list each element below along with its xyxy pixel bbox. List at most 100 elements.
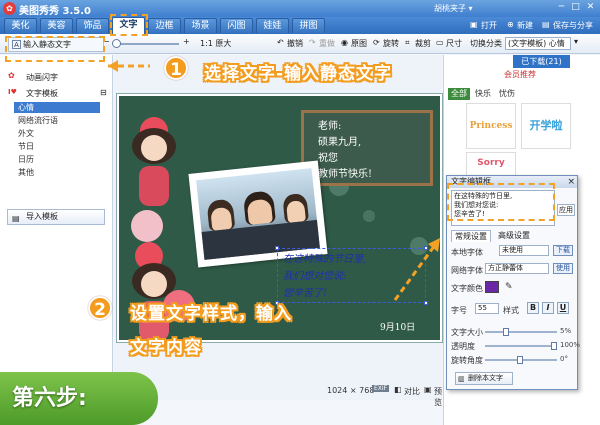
downloaded-button[interactable]: 已下载(21)	[513, 55, 570, 68]
web-font-select[interactable]: 方正静蕾体	[485, 263, 549, 274]
zoom-slider[interactable]	[117, 43, 179, 45]
redo-icon: ↷	[309, 38, 316, 47]
text-size-slider-handle[interactable]	[503, 328, 509, 336]
resize-handle[interactable]	[275, 246, 279, 250]
save-share-button[interactable]: 保存与分享	[553, 20, 593, 31]
crop-icon: ⌗	[405, 38, 410, 47]
tab-accessories[interactable]: 饰品	[76, 18, 109, 33]
save-icon: ▤	[542, 20, 550, 29]
step-1-instruction: 选择文字-输入静态文字	[204, 64, 393, 84]
import-icon: ▤	[12, 214, 20, 223]
minimize-button[interactable]: ─	[556, 2, 567, 13]
text-size-slider[interactable]	[485, 331, 557, 333]
editor-close-button[interactable]: ×	[567, 176, 575, 188]
text-size-label: 文字大小	[451, 328, 483, 337]
rotate-icon: ⟳	[373, 38, 380, 47]
bold-button[interactable]: B	[527, 302, 539, 314]
chevron-down-icon[interactable]: ▾	[574, 37, 578, 46]
tree-item-mood[interactable]: 心情	[14, 102, 100, 113]
step-2-instruction-line-2: 文字内容	[130, 338, 202, 358]
local-font-select[interactable]: 未使用	[499, 245, 549, 256]
rotate-button[interactable]: 旋转	[383, 38, 399, 49]
tree-item-other[interactable]: 其他	[18, 167, 34, 178]
selected-text-line-2: 我们想对您说:	[283, 271, 347, 282]
category-label: 切换分类	[470, 39, 502, 48]
member-recommend-link[interactable]: 会员推荐	[504, 69, 536, 80]
collapse-icon[interactable]: ⊟	[100, 88, 107, 97]
open-button[interactable]: 打开	[481, 20, 497, 31]
preview-button[interactable]: 预览	[434, 386, 442, 408]
exif-icon[interactable]: EXIF	[372, 385, 390, 392]
import-template-button[interactable]: ▤ 导入模板	[7, 209, 105, 225]
resize-icon: ▭	[436, 38, 444, 47]
blackboard-decoration: 老师: 硕果九月, 祝您 教师节快乐!	[301, 110, 433, 186]
resize-handle[interactable]	[424, 246, 428, 250]
template-thumb-sorry[interactable]: Sorry	[466, 152, 516, 176]
tab-frame[interactable]: 边框	[148, 18, 181, 33]
transparency-slider[interactable]	[485, 345, 557, 347]
maximize-button[interactable]: □	[570, 2, 581, 13]
original-size-button[interactable]: 1:1 原大	[200, 38, 231, 49]
italic-button[interactable]: I	[542, 302, 554, 314]
transparency-slider-handle[interactable]	[551, 342, 557, 350]
resize-button[interactable]: 尺寸	[446, 38, 462, 49]
font-size-label: 字号	[451, 306, 467, 315]
eyedropper-icon[interactable]: ✎	[505, 282, 513, 292]
tab-advanced-settings[interactable]: 高级设置	[495, 230, 533, 242]
delete-text-label: 删除本文字	[468, 374, 503, 382]
text-color-label: 文字颜色	[451, 284, 483, 293]
zoom-in-button[interactable]: +	[183, 37, 190, 46]
tab-beauty[interactable]: 美容	[40, 18, 73, 33]
rotation-slider-handle[interactable]	[517, 356, 523, 364]
tree-item-net-slang[interactable]: 网络流行语	[18, 115, 58, 126]
text-template-folder[interactable]: 文字模板	[26, 88, 58, 99]
delete-text-button[interactable]: ▥ 删除本文字	[455, 372, 513, 385]
selected-text-line-1: 在这特殊的节日里,	[283, 254, 367, 265]
crop-button[interactable]: 裁剪	[415, 38, 431, 49]
font-size-select[interactable]: 55	[475, 303, 499, 314]
preview-icon: ▣	[424, 385, 432, 394]
apply-button[interactable]: 应用	[557, 204, 575, 216]
tab-normal-settings[interactable]: 常规设置	[451, 230, 491, 242]
subtab-all[interactable]: 全部	[448, 88, 470, 100]
undo-button[interactable]: 撤销	[287, 38, 303, 49]
date-text: 9月10日	[380, 323, 416, 333]
flash-text-icon: ✿	[8, 71, 15, 80]
animated-text-button[interactable]: 动画闪字	[26, 72, 58, 83]
text-size-value: 5%	[560, 327, 572, 335]
template-icon: I♥	[8, 88, 17, 96]
zoom-slider-handle[interactable]	[112, 39, 121, 48]
app-title: 美图秀秀 3.5.0	[19, 6, 91, 17]
tab-doll[interactable]: 娃娃	[256, 18, 289, 33]
resize-handle[interactable]	[424, 301, 428, 305]
category-select[interactable]: (文字模板) 心情	[505, 37, 571, 50]
tree-item-festival[interactable]: 节日	[18, 141, 34, 152]
folder-icon: ▣	[470, 20, 478, 29]
underline-button[interactable]: U	[557, 302, 569, 314]
compare-icon: ◧	[394, 385, 402, 394]
template-thumb-school[interactable]: 开学啦	[521, 103, 571, 149]
original-image-button[interactable]: 原图	[351, 38, 367, 49]
template-thumb-princess[interactable]: Princess	[466, 103, 516, 149]
tree-item-calendar[interactable]: 日历	[18, 154, 34, 165]
user-menu[interactable]: 胡桃夹子 ▾	[434, 3, 473, 14]
tab-beautify[interactable]: 美化	[4, 18, 37, 33]
local-font-label: 本地字体	[451, 248, 483, 257]
tab-collage[interactable]: 拼图	[292, 18, 325, 33]
transparency-value: 100%	[560, 341, 581, 349]
tab-scene[interactable]: 场景	[184, 18, 217, 33]
step-2-number: 2	[88, 296, 112, 320]
download-font-button[interactable]: 下载	[553, 245, 573, 256]
compare-button[interactable]: 对比	[404, 386, 420, 397]
tree-item-foreign[interactable]: 外文	[18, 128, 34, 139]
use-font-button[interactable]: 使用	[553, 263, 573, 274]
redo-button[interactable]: 重做	[319, 38, 335, 49]
tab-flash[interactable]: 闪图	[220, 18, 253, 33]
subtab-sad[interactable]: 忧伤	[496, 88, 518, 100]
blackboard-line-2: 硕果九月,	[318, 137, 362, 148]
subtab-happy[interactable]: 快乐	[472, 88, 494, 100]
new-button[interactable]: 新建	[517, 20, 533, 31]
close-button[interactable]: ✕	[585, 2, 596, 13]
rotation-value: 0°	[560, 355, 568, 363]
text-color-swatch[interactable]	[485, 281, 499, 293]
